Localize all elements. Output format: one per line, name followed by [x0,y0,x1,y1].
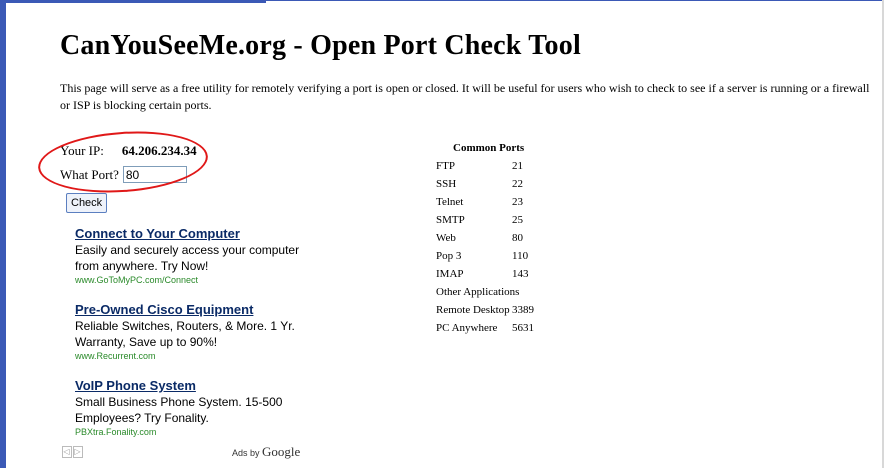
port-number: 22 [512,178,523,190]
page-title: CanYouSeeMe.org - Open Port Check Tool [60,30,581,61]
port-service-name: IMAP [436,268,464,280]
port-number: 25 [512,214,523,226]
ad-next-icon[interactable]: ▷ [73,446,83,458]
ad-item: Pre-Owned Cisco Equipment Reliable Switc… [75,302,315,362]
window-top-bar [6,0,266,3]
other-port-row-item: PC Anywhere 5631 [436,319,534,337]
ad-title-link[interactable]: Connect to Your Computer [75,226,315,242]
port-service-name: PC Anywhere [436,322,498,334]
port-service-name: Telnet [436,196,464,208]
ads-block: Connect to Your Computer Easily and secu… [75,226,315,454]
port-number: 5631 [512,322,534,334]
other-applications-title: Other Applications [436,286,520,298]
ports-table: FTP 21 SSH 22 Telnet 23 SMTP 25 Web 80 Pop 3 110 IMA… [436,157,529,283]
ip-label: Your IP: [60,143,104,158]
port-label: What Port? [60,166,119,182]
other-ports-table: Remote Desktop 3389 PC Anywhere 5631 [436,301,534,337]
ad-nav: ◁ ▷ [62,446,84,458]
ad-body: Reliable Switches, Routers, & More. 1 Yr… [75,319,295,349]
port-service-name: Web [436,232,456,244]
port-service-name: SSH [436,178,457,190]
ad-url-link[interactable]: www.Recurrent.com [75,350,315,362]
port-row-item: SMTP 25 [436,211,529,229]
port-number: 3389 [512,304,534,316]
ip-row: Your IP: 64.206.234.34 [60,143,197,159]
ad-body: Easily and securely access your computer… [75,243,300,273]
check-button[interactable]: Check [66,193,108,213]
ad-prev-icon[interactable]: ◁ [62,446,72,458]
window-left-border [0,0,6,468]
port-row-item: SSH 22 [436,175,529,193]
ads-by-google-link[interactable]: Ads by Google [232,444,300,460]
ip-value: 64.206.234.34 [121,143,197,158]
port-number: 110 [512,250,529,262]
common-ports-title: Common Ports [453,142,525,154]
port-row-item: Web 80 [436,229,529,247]
ad-item: Connect to Your Computer Easily and secu… [75,226,315,286]
ad-body: Small Business Phone System. 15-500 Empl… [75,395,283,425]
port-service-name: Pop 3 [436,250,462,262]
port-service-name: SMTP [436,214,465,226]
port-input[interactable] [122,166,187,183]
port-number: 80 [512,232,523,244]
google-logo: Google [262,444,301,459]
ad-item: VoIP Phone System Small Business Phone S… [75,378,315,438]
port-row-item: FTP 21 [436,157,529,175]
common-ports-panel: Common Ports FTP 21 SSH 22 Telnet 23 SMTP 25 Web… [436,142,534,337]
port-service-name: FTP [436,160,455,172]
port-row-item: Telnet 23 [436,193,529,211]
port-number: 21 [512,160,523,172]
ad-url-link[interactable]: www.GoToMyPC.com/Connect [75,274,315,286]
port-row-item: IMAP 143 [436,265,529,283]
port-row-item: Pop 3 110 [436,247,529,265]
intro-text: This page will serve as a free utility f… [60,81,870,112]
port-service-name: Remote Desktop [436,304,510,316]
ads-footer: ◁ ▷ Ads by Google [62,444,322,460]
port-row: What Port? [60,166,187,183]
ads-by-label: Ads by [232,448,260,458]
ad-title-link[interactable]: VoIP Phone System [75,378,315,394]
ad-title-link[interactable]: Pre-Owned Cisco Equipment [75,302,315,318]
port-number: 143 [512,268,529,280]
annotation-oval [36,126,210,198]
ad-url-link[interactable]: PBXtra.Fonality.com [75,426,315,438]
port-number: 23 [512,196,523,208]
other-port-row-item: Remote Desktop 3389 [436,301,534,319]
